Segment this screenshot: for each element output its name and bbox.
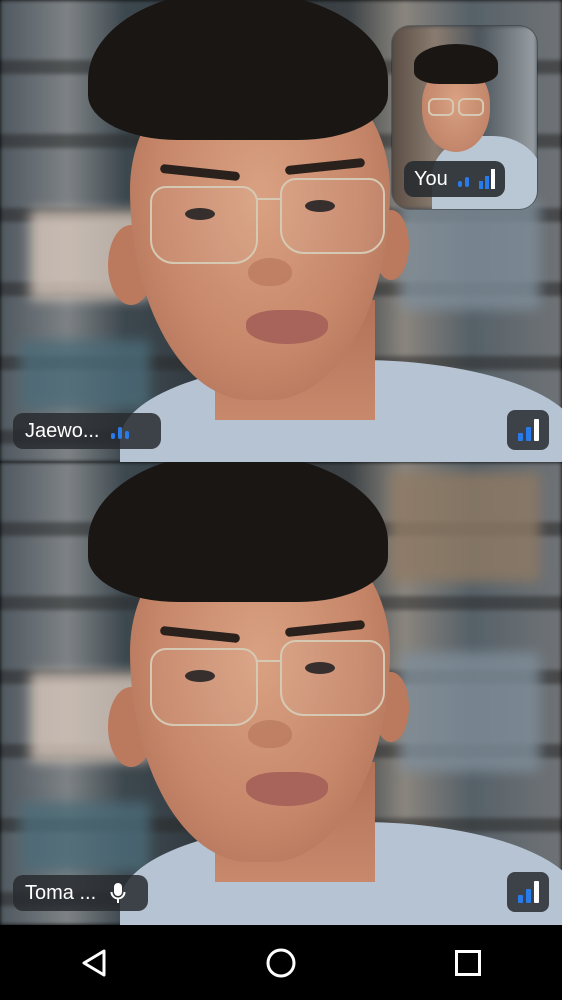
glasses-bridge: [256, 198, 282, 200]
participant-name: Jaewo...: [25, 419, 100, 442]
glasses-lens: [428, 98, 454, 116]
participant-video: [0, 462, 562, 925]
glasses-lens: [280, 640, 385, 716]
recents-button[interactable]: [438, 933, 498, 993]
network-quality-icon[interactable]: [507, 410, 549, 450]
glasses-lens: [280, 178, 385, 254]
network-quality-icon[interactable]: [507, 872, 549, 912]
nose: [248, 258, 292, 286]
network-quality-icon: [478, 169, 495, 189]
hair: [88, 462, 388, 602]
self-view-label: You: [414, 167, 448, 190]
participant-name-pill[interactable]: Toma ...: [13, 875, 148, 911]
nose: [248, 720, 292, 748]
audio-activity-icon: [457, 171, 469, 187]
glasses-lens: [150, 648, 258, 726]
glasses-bridge: [256, 660, 282, 662]
self-view-name-pill: You: [404, 161, 505, 197]
remote-video-tile-1[interactable]: Jaewo... You: [0, 0, 562, 462]
hair: [414, 44, 498, 84]
microphone-icon: [110, 883, 126, 903]
system-navigation-bar: [0, 925, 562, 1000]
glasses-lens: [150, 186, 258, 264]
recents-icon: [455, 949, 482, 976]
back-button[interactable]: [64, 933, 124, 993]
lips: [246, 772, 328, 806]
participant-name-pill[interactable]: Jaewo...: [13, 413, 161, 449]
home-button[interactable]: [251, 933, 311, 993]
home-icon: [266, 948, 296, 977]
self-view-tile[interactable]: You: [392, 26, 537, 209]
back-icon: [82, 949, 106, 976]
remote-video-tile-2[interactable]: Toma ...: [0, 462, 562, 925]
glasses-lens: [458, 98, 484, 116]
lips: [246, 310, 328, 344]
hair: [88, 0, 388, 140]
participant-name: Toma ...: [25, 881, 97, 904]
audio-activity-icon: [111, 423, 130, 439]
